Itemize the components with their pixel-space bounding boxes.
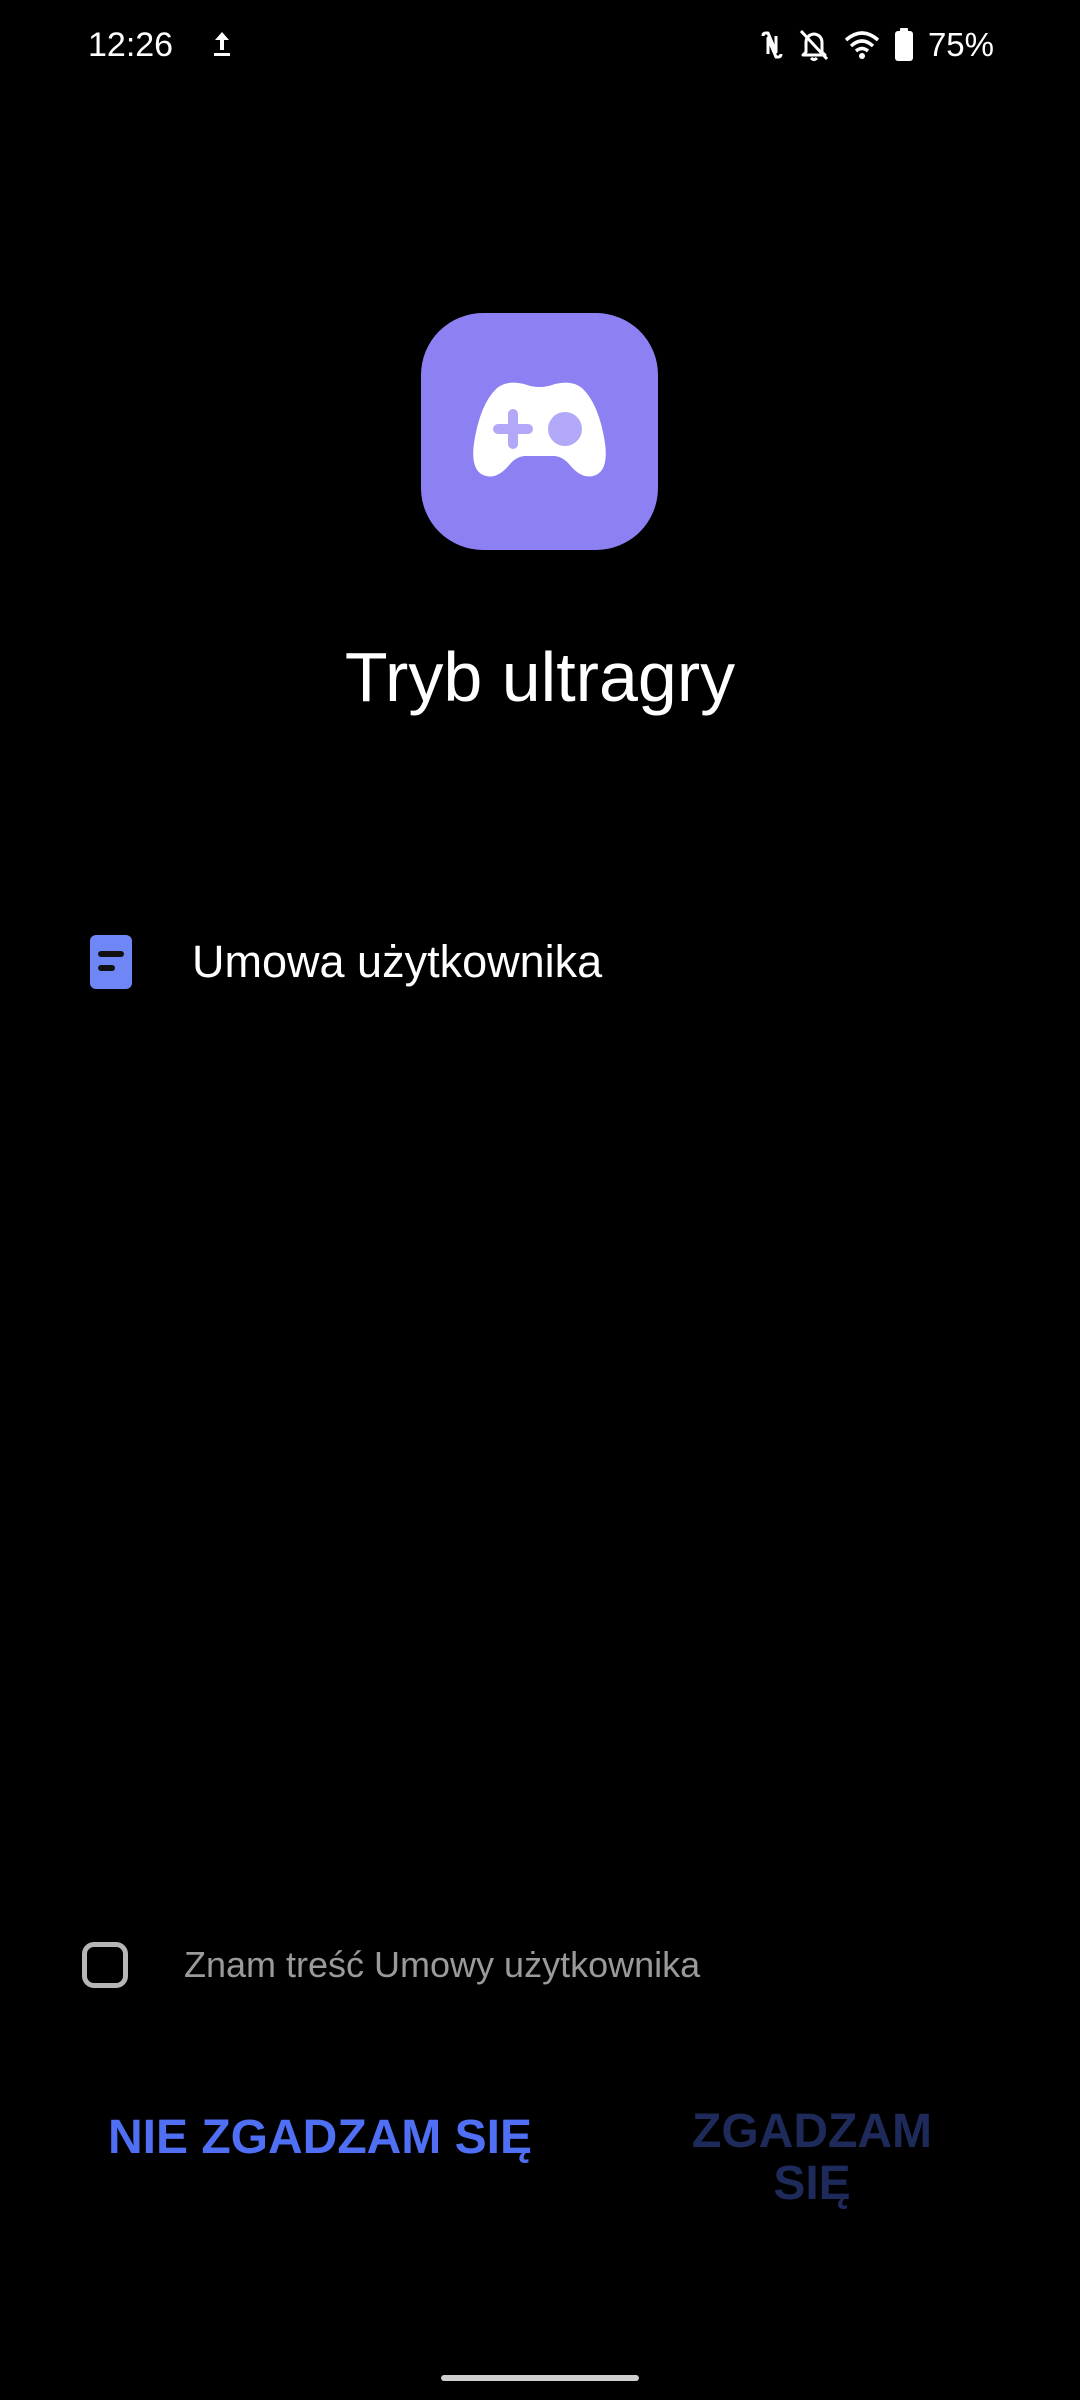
app-icon	[421, 313, 658, 550]
battery-percent: 75%	[927, 26, 994, 63]
document-icon	[82, 933, 140, 991]
consent-checkbox[interactable]	[82, 1942, 128, 1988]
user-agreement-link[interactable]: Umowa użytkownika	[70, 918, 1010, 1006]
user-agreement-label: Umowa użytkownika	[192, 936, 603, 987]
disagree-button[interactable]: NIE ZGADZAM SIĘ	[90, 2112, 550, 2164]
status-icons: 75%	[760, 22, 994, 68]
upload-icon	[212, 30, 232, 58]
app-title: Tryb ultragry	[344, 638, 736, 716]
agree-button[interactable]: ZGADZAM SIĘ	[656, 2106, 968, 2210]
wifi-icon	[844, 30, 880, 60]
consent-label: Znam treść Umowy użytkownika	[184, 1944, 701, 1985]
bell-off-icon	[798, 28, 830, 62]
home-indicator[interactable]	[441, 2375, 639, 2381]
gamepad-icon	[473, 382, 606, 477]
nfc-icon	[760, 30, 784, 60]
battery-icon	[894, 28, 914, 62]
consent-row[interactable]: Znam treść Umowy użytkownika	[70, 1930, 970, 2000]
status-time: 12:26	[88, 26, 174, 64]
status-bar: 12:26 75%	[0, 0, 1080, 92]
